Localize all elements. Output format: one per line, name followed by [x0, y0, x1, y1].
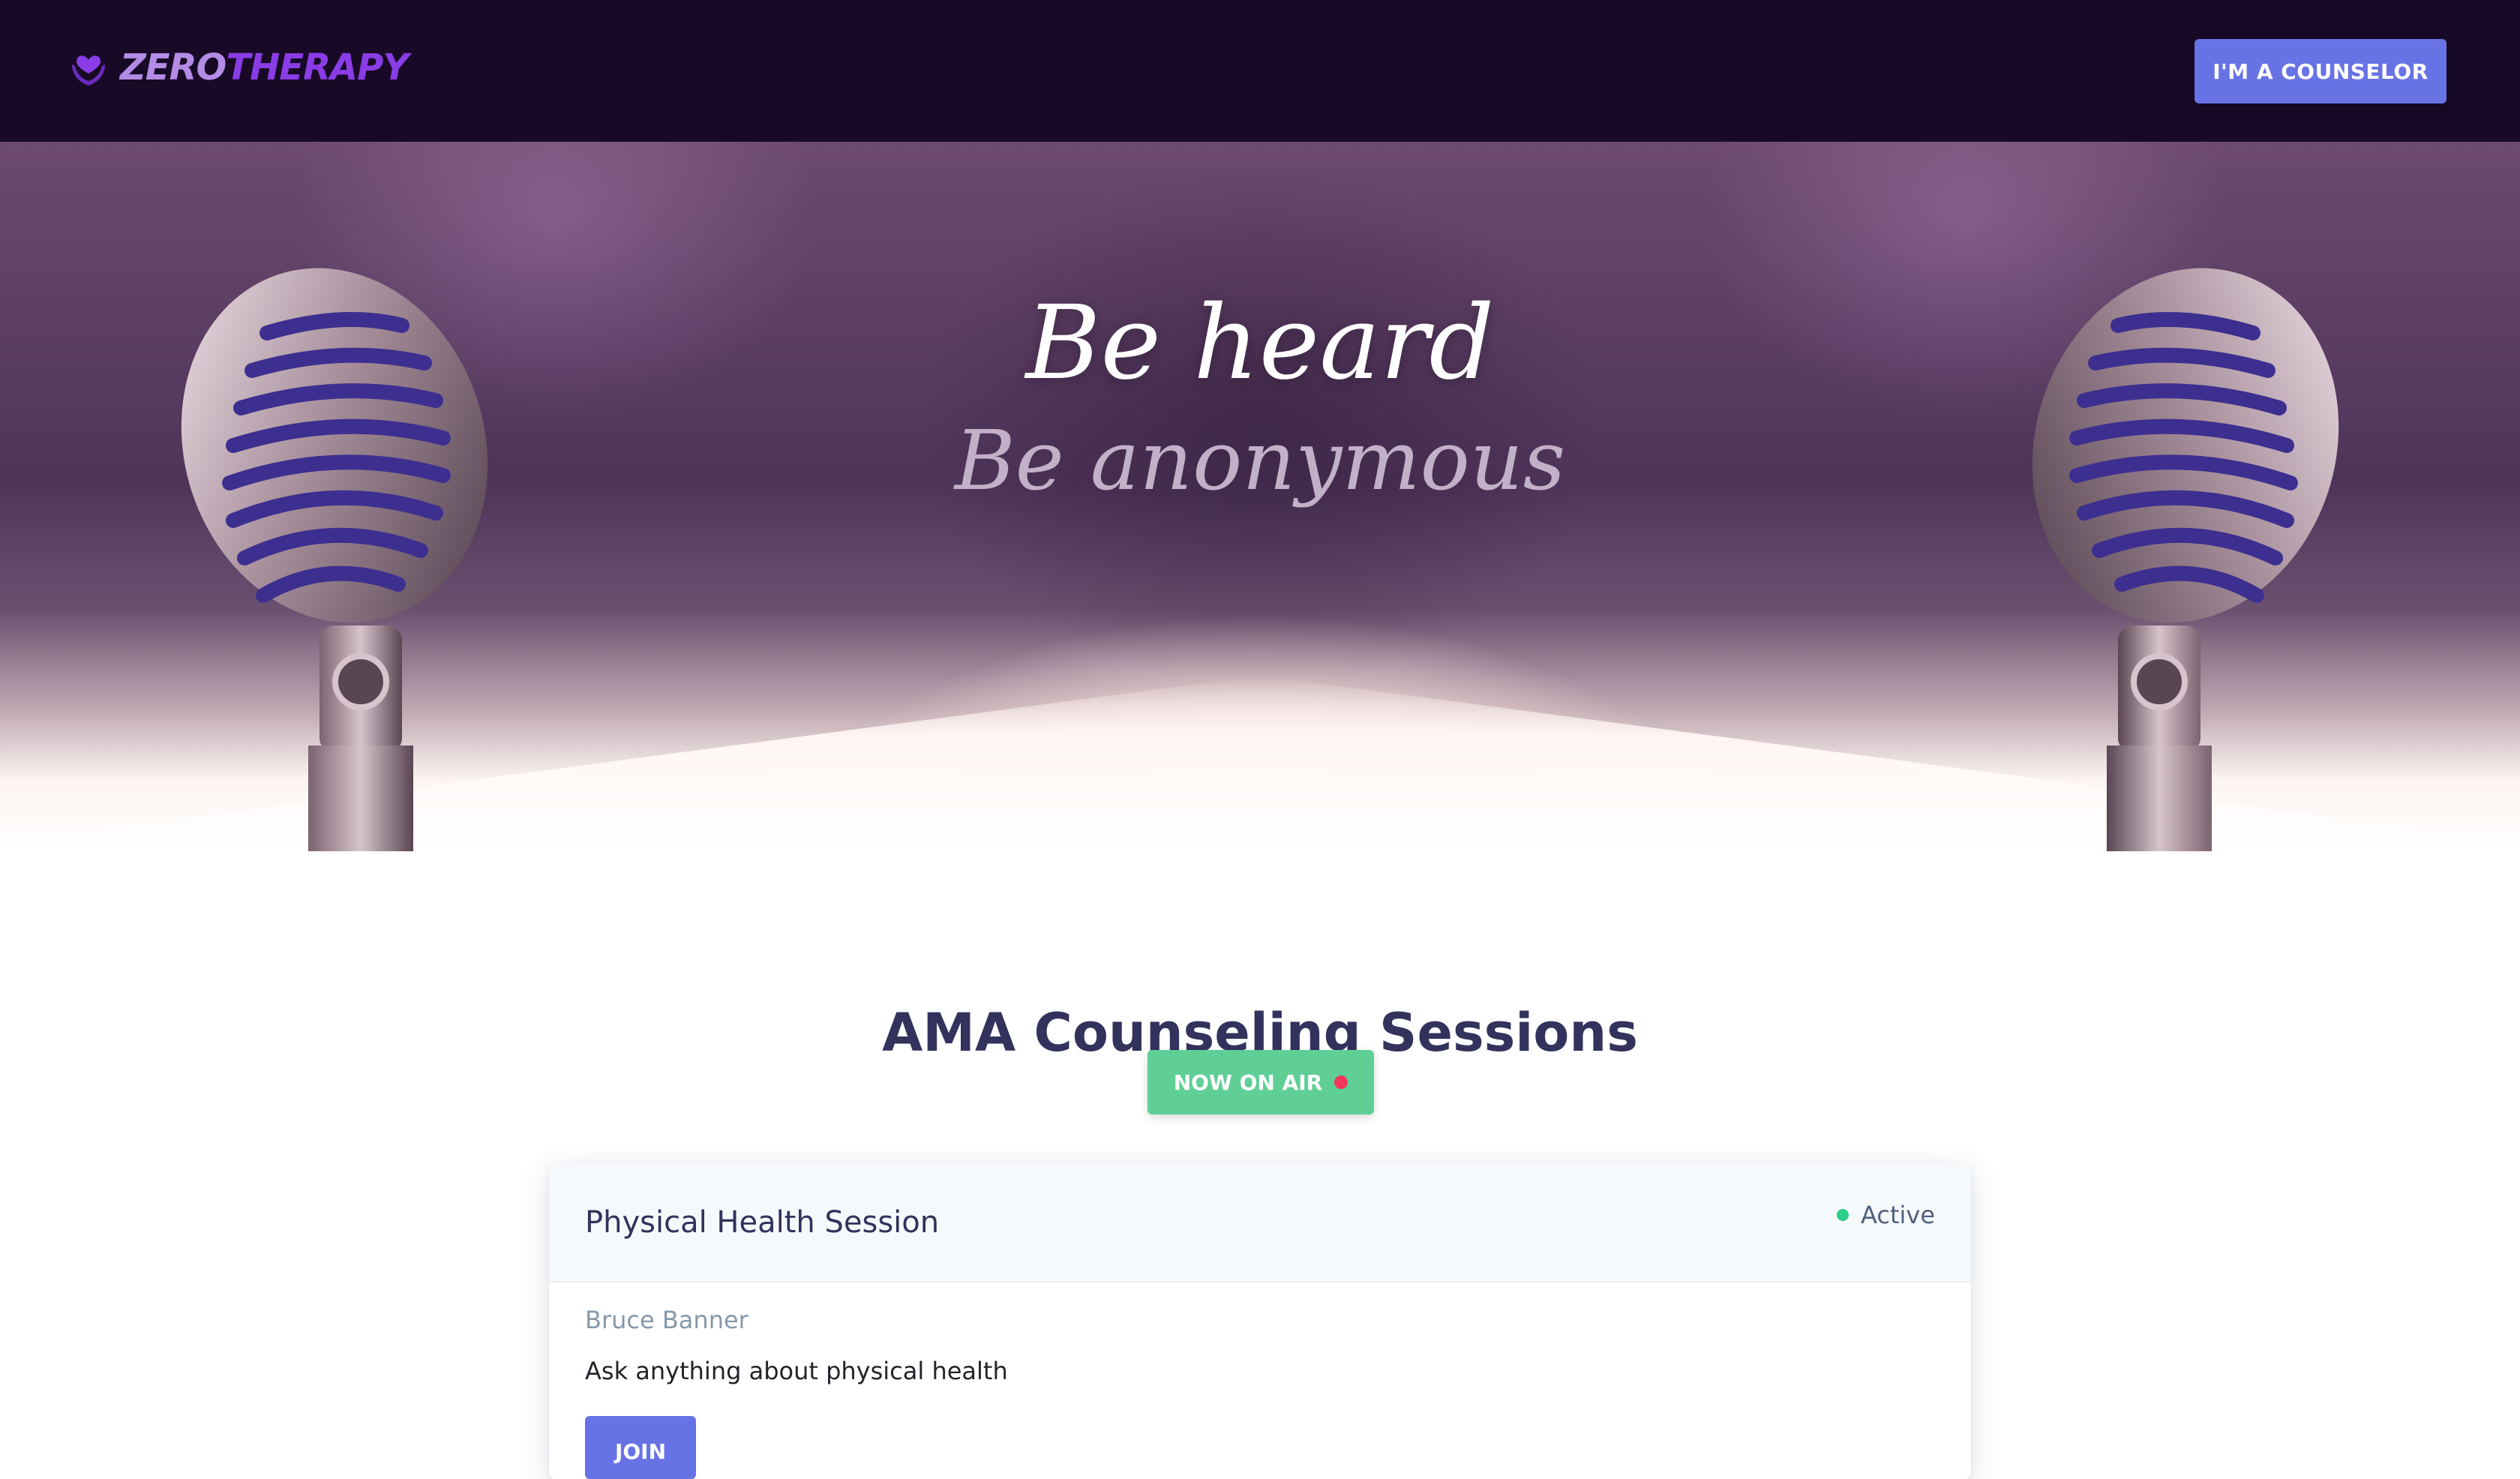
join-button[interactable]: JOIN	[585, 1416, 696, 1479]
microphone-icon	[181, 268, 488, 851]
session-status: Active	[1837, 1197, 1935, 1233]
session-card-header: Physical Health Session Active	[549, 1164, 1971, 1282]
session-status-label: Active	[1861, 1201, 1935, 1229]
hero-tagline-primary: Be heard	[1025, 284, 1495, 403]
session-title: Physical Health Session	[585, 1205, 940, 1240]
brand-name-therapy: THERAPY	[226, 46, 409, 88]
session-card: Physical Health Session Active Bruce Ban…	[549, 1164, 1971, 1479]
hero-banner: Be heard Be anonymous	[0, 142, 2520, 851]
now-on-air-label: NOW ON AIR	[1173, 1070, 1323, 1095]
brand-name: ZEROTHERAPY	[120, 44, 409, 92]
counselor-button[interactable]: I'M A COUNSELOR	[2194, 39, 2446, 104]
microphone-icon	[2032, 268, 2339, 851]
red-dot-icon	[1334, 1076, 1348, 1089]
session-host: Bruce Banner	[585, 1306, 748, 1334]
hero-tagline-secondary: Be anonymous	[954, 412, 1566, 508]
navbar: ZEROTHERAPY I'M A COUNSELOR	[0, 0, 2520, 142]
brand-link[interactable]: ZEROTHERAPY	[69, 44, 409, 92]
session-description: Ask anything about physical health	[585, 1357, 1008, 1385]
brand-name-zero: ZERO	[120, 46, 226, 88]
hands-heart-icon	[72, 56, 105, 86]
green-dot-icon	[1837, 1209, 1850, 1221]
now-on-air-button[interactable]: NOW ON AIR	[1148, 1050, 1374, 1114]
